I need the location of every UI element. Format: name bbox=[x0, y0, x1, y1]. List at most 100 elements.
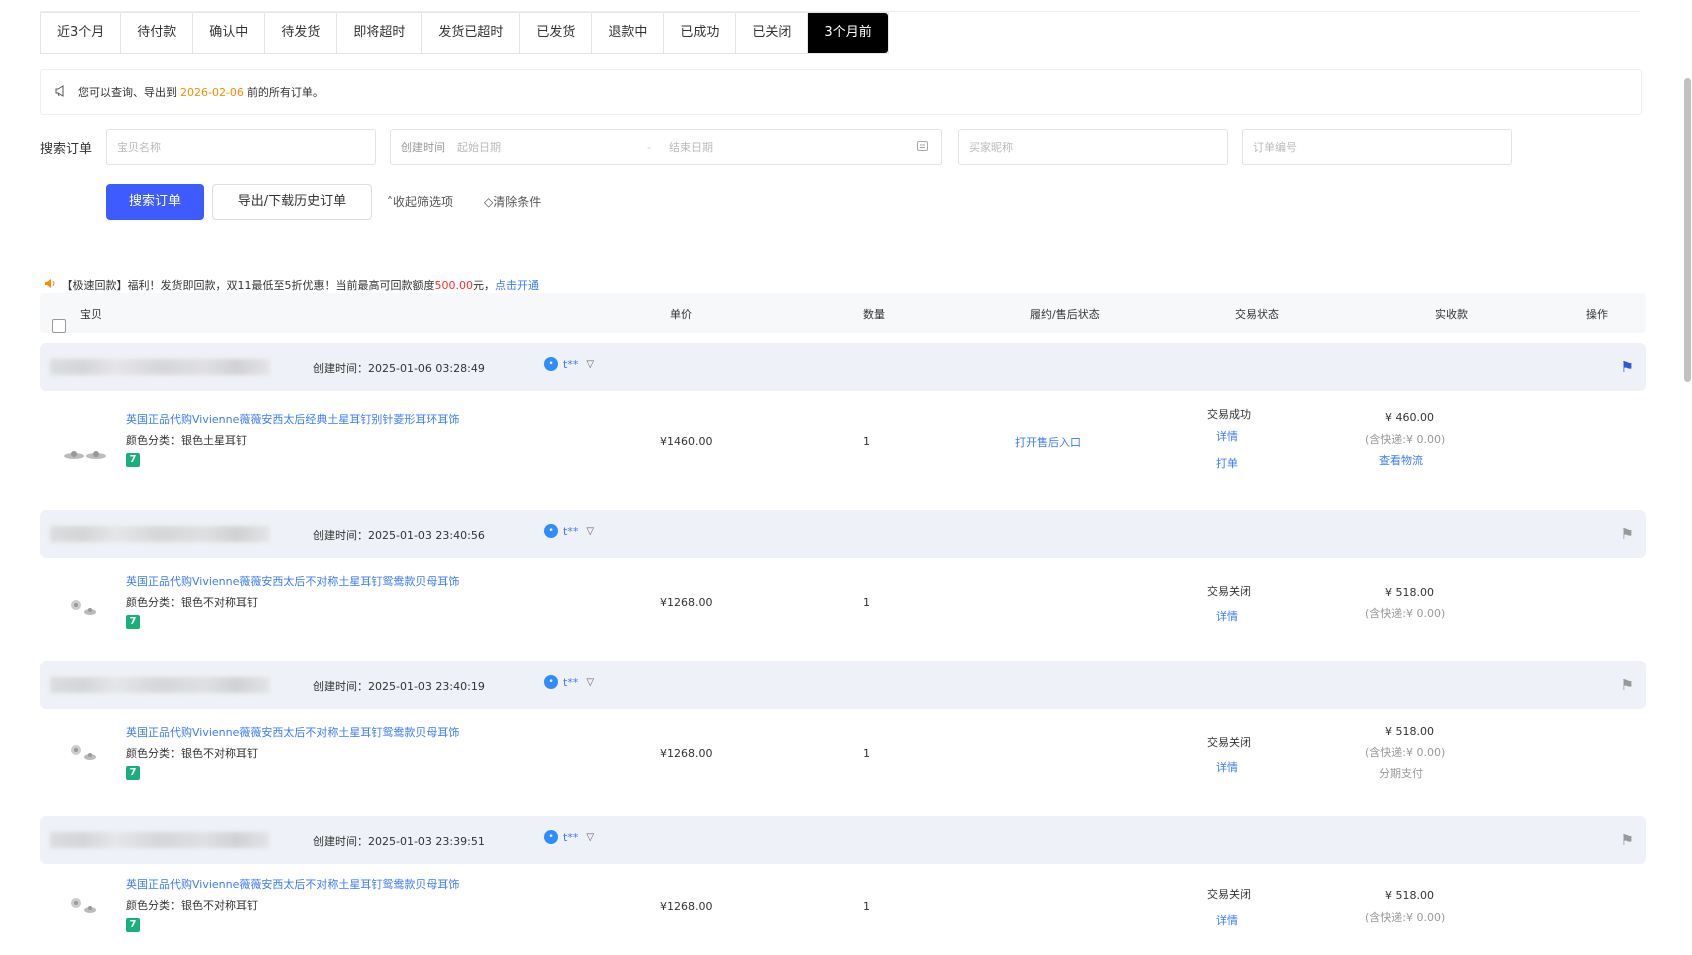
tab-shipped[interactable]: 已发货 bbox=[520, 13, 593, 53]
buyer-info: • t** ▽ bbox=[544, 524, 594, 538]
unit-price: ¥1268.00 bbox=[660, 747, 713, 760]
order-detail-link[interactable]: 详情 bbox=[1216, 428, 1238, 444]
tab-shipping-timeout[interactable]: 发货已超时 bbox=[422, 13, 521, 53]
calendar-icon[interactable] bbox=[916, 139, 929, 155]
tab-pending-shipment[interactable]: 待发货 bbox=[265, 13, 338, 53]
search-orders-button[interactable]: 搜索订单 bbox=[106, 184, 204, 220]
quantity: 1 bbox=[863, 435, 870, 448]
order-created-time: 创建时间：2025-01-03 23:39:51 bbox=[313, 835, 485, 848]
col-item: 宝贝 bbox=[80, 308, 102, 321]
product-title-link[interactable]: 英国正品代购Vivienne薇薇安西太后不对称土星耳钉鸳鸯款贝母耳饰 bbox=[126, 573, 459, 589]
received-amount: ¥ 460.00 bbox=[1385, 411, 1434, 424]
buyer-nickname[interactable]: t** bbox=[563, 358, 578, 371]
wangwang-icon[interactable]: • bbox=[544, 830, 558, 844]
top-divider bbox=[40, 0, 1640, 12]
wangwang-icon[interactable]: • bbox=[544, 357, 558, 371]
tab-last-3-months[interactable]: 近3个月 bbox=[41, 13, 122, 53]
speaker-icon bbox=[44, 279, 60, 292]
tab-confirming[interactable]: 确认中 bbox=[193, 13, 266, 53]
seven-day-return-badge: 7 bbox=[126, 453, 140, 467]
tab-closed[interactable]: 已关闭 bbox=[736, 13, 809, 53]
order-created-time: 创建时间：2025-01-03 23:40:56 bbox=[313, 529, 485, 542]
order-created-time: 创建时间：2025-01-06 03:28:49 bbox=[313, 362, 485, 375]
wangwang-icon[interactable]: • bbox=[544, 675, 558, 689]
product-title-link[interactable]: 英国正品代购Vivienne薇薇安西太后经典土星耳钉别针菱形耳环耳饰 bbox=[126, 411, 459, 427]
promo-open-link[interactable]: 点击开通 bbox=[495, 279, 539, 292]
installment-payment: 分期支付 bbox=[1379, 767, 1423, 780]
tab-succeeded[interactable]: 已成功 bbox=[664, 13, 737, 53]
blurred-order-id bbox=[50, 359, 270, 375]
product-title-link[interactable]: 英国正品代购Vivienne薇薇安西太后不对称土星耳钉鸳鸯款贝母耳饰 bbox=[126, 724, 459, 740]
trade-status: 交易关闭 bbox=[1207, 585, 1251, 598]
filter-icon[interactable]: ▽ bbox=[586, 677, 594, 688]
tab-refunding[interactable]: 退款中 bbox=[592, 13, 665, 53]
seven-day-return-badge: 7 bbox=[126, 615, 140, 629]
received-amount: ¥ 518.00 bbox=[1385, 586, 1434, 599]
buyer-nickname-input[interactable] bbox=[969, 140, 1227, 154]
view-logistics-link[interactable]: 查看物流 bbox=[1379, 452, 1423, 468]
blurred-order-id bbox=[50, 832, 270, 848]
start-date-input[interactable]: 起始日期 bbox=[457, 139, 647, 155]
product-thumbnail[interactable] bbox=[60, 436, 110, 476]
fast-payback-promo: 【极速回款】福利！发货即回款，双11最低至5折优惠！当前最高可回款额度500.0… bbox=[44, 277, 539, 293]
product-sku: 颜色分类：银色不对称耳钉 bbox=[126, 596, 258, 609]
page-scrollbar-thumb[interactable] bbox=[1684, 78, 1691, 382]
unit-price: ¥1268.00 bbox=[660, 900, 713, 913]
order-number-input[interactable] bbox=[1253, 140, 1511, 154]
tab-3-months-ago[interactable]: 3个月前 bbox=[808, 13, 888, 53]
shipping-fee: (含快递:¥ 0.00) bbox=[1365, 607, 1446, 620]
trade-status: 交易关闭 bbox=[1207, 888, 1251, 901]
order-detail-link[interactable]: 详情 bbox=[1216, 759, 1238, 775]
product-thumbnail[interactable] bbox=[60, 733, 110, 773]
print-order-link[interactable]: 打单 bbox=[1216, 455, 1238, 471]
notice-date: 2026-02-06 bbox=[180, 85, 244, 99]
filter-icon[interactable]: ▽ bbox=[586, 526, 594, 537]
tab-about-to-timeout[interactable]: 即将超时 bbox=[337, 13, 423, 53]
unit-price: ¥1460.00 bbox=[660, 435, 713, 448]
tab-pending-payment[interactable]: 待付款 bbox=[121, 13, 194, 53]
buyer-nickname[interactable]: t** bbox=[563, 525, 578, 538]
col-trade-status: 交易状态 bbox=[1235, 308, 1279, 321]
table-header: 宝贝 单价 数量 履约/售后状态 交易状态 实收款 操作 bbox=[40, 293, 1646, 333]
notice-suffix: 前的所有订单。 bbox=[246, 86, 324, 99]
received-amount: ¥ 518.00 bbox=[1385, 889, 1434, 902]
trade-status: 交易成功 bbox=[1207, 408, 1251, 421]
open-after-sale-link[interactable]: 打开售后入口 bbox=[1015, 434, 1081, 450]
product-title-link[interactable]: 英国正品代购Vivienne薇薇安西太后不对称土星耳钉鸳鸯款贝母耳饰 bbox=[126, 876, 459, 892]
end-date-input[interactable]: 结束日期 bbox=[669, 139, 859, 155]
buyer-info: • t** ▽ bbox=[544, 675, 594, 689]
quantity: 1 bbox=[863, 747, 870, 760]
export-history-button[interactable]: 导出/下载历史订单 bbox=[212, 184, 372, 220]
search-label: 搜索订单 bbox=[40, 142, 93, 157]
filter-icon[interactable]: ▽ bbox=[586, 832, 594, 843]
wangwang-icon[interactable]: • bbox=[544, 524, 558, 538]
flag-icon[interactable]: ⚑ bbox=[1621, 525, 1634, 543]
item-name-input[interactable] bbox=[117, 140, 375, 154]
blurred-order-id bbox=[50, 677, 270, 693]
shipping-fee: (含快递:¥ 0.00) bbox=[1365, 746, 1446, 759]
flag-icon[interactable]: ⚑ bbox=[1621, 831, 1634, 849]
filter-icon[interactable]: ▽ bbox=[586, 359, 594, 370]
product-thumbnail[interactable] bbox=[60, 886, 110, 926]
product-sku: 颜色分类：银色不对称耳钉 bbox=[126, 747, 258, 760]
order-number-field[interactable] bbox=[1242, 129, 1512, 165]
order-header: 创建时间：2025-01-06 03:28:49 • t** ▽ ⚑ bbox=[40, 343, 1646, 391]
col-unit-price: 单价 bbox=[670, 308, 692, 321]
col-quantity: 数量 bbox=[863, 308, 885, 321]
item-name-field[interactable] bbox=[106, 129, 376, 165]
created-date-range[interactable]: 创建时间 起始日期 - 结束日期 bbox=[390, 129, 942, 165]
product-thumbnail[interactable] bbox=[60, 588, 110, 628]
buyer-info: • t** ▽ bbox=[544, 830, 594, 844]
quantity: 1 bbox=[863, 596, 870, 609]
order-status-tabs: 近3个月 待付款 确认中 待发货 即将超时 发货已超时 已发货 退款中 已成功 … bbox=[40, 12, 889, 54]
flag-icon[interactable]: ⚑ bbox=[1621, 358, 1634, 376]
buyer-nickname[interactable]: t** bbox=[563, 831, 578, 844]
buyer-nickname[interactable]: t** bbox=[563, 676, 578, 689]
trade-status: 交易关闭 bbox=[1207, 736, 1251, 749]
flag-icon[interactable]: ⚑ bbox=[1621, 676, 1634, 694]
order-detail-link[interactable]: 详情 bbox=[1216, 912, 1238, 928]
clear-conditions-link[interactable]: ◇清除条件 bbox=[484, 193, 541, 210]
buyer-nickname-field[interactable] bbox=[958, 129, 1228, 165]
order-detail-link[interactable]: 详情 bbox=[1216, 608, 1238, 624]
collapse-filters-link[interactable]: ˄收起筛选项 bbox=[387, 193, 453, 210]
